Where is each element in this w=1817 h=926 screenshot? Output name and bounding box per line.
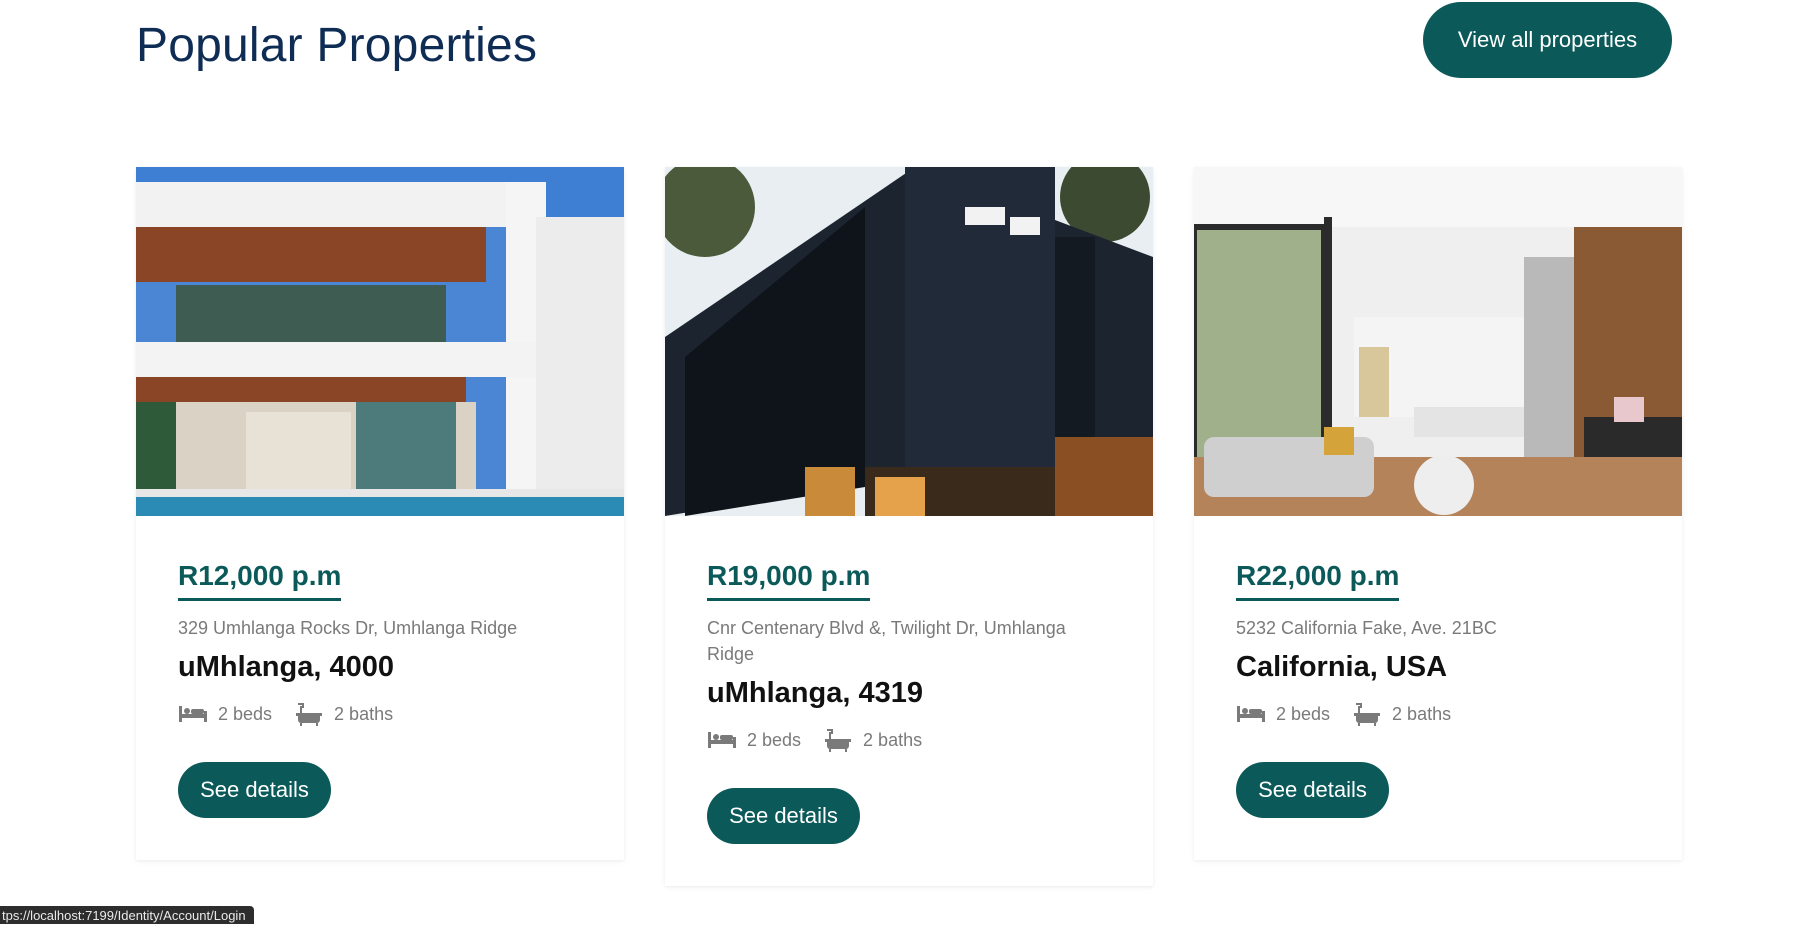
baths-label: 2 baths bbox=[334, 703, 394, 724]
property-address: Cnr Centenary Blvd &, Twilight Dr, Umhla… bbox=[707, 618, 1066, 664]
property-price: R12,000 p.m bbox=[178, 560, 342, 601]
property-features: 2 beds 2 baths bbox=[707, 728, 1111, 752]
view-all-properties-button[interactable]: View all properties bbox=[1423, 2, 1672, 78]
beds-label: 2 beds bbox=[747, 729, 802, 750]
beds-label: 2 beds bbox=[218, 703, 273, 724]
beds-feature: 2 beds bbox=[707, 728, 801, 752]
baths-feature: 2 baths bbox=[823, 728, 922, 752]
see-details-button[interactable]: See details bbox=[178, 762, 331, 818]
property-card-body: R19,000 p.m Cnr Centenary Blvd &, Twilig… bbox=[665, 516, 1153, 886]
property-price: R22,000 p.m bbox=[1236, 560, 1400, 601]
baths-label: 2 baths bbox=[1392, 703, 1452, 724]
see-details-button[interactable]: See details bbox=[1236, 762, 1389, 818]
bed-icon bbox=[707, 728, 737, 752]
browser-status-url: tps://localhost:7199/Identity/Account/Lo… bbox=[0, 906, 254, 924]
beds-feature: 2 beds bbox=[178, 702, 272, 726]
property-features: 2 beds 2 baths bbox=[1236, 702, 1640, 726]
baths-label: 2 baths bbox=[863, 729, 923, 750]
property-card: R12,000 p.m 329 Umhlanga Rocks Dr, Umhla… bbox=[136, 167, 624, 860]
section-header: Popular Properties View all properties bbox=[136, 0, 1672, 100]
property-image[interactable] bbox=[665, 167, 1153, 516]
property-city: California, USA bbox=[1236, 651, 1448, 683]
see-details-button[interactable]: See details bbox=[707, 788, 860, 844]
bathtub-icon bbox=[823, 728, 853, 752]
bathtub-icon bbox=[294, 702, 324, 726]
property-card-body: R22,000 p.m 5232 California Fake, Ave. 2… bbox=[1194, 516, 1682, 860]
beds-feature: 2 beds bbox=[1236, 702, 1330, 726]
property-card: R19,000 p.m Cnr Centenary Blvd &, Twilig… bbox=[665, 167, 1153, 886]
section-title: Popular Properties bbox=[136, 19, 538, 72]
bed-icon bbox=[178, 702, 208, 726]
property-image[interactable] bbox=[136, 167, 624, 516]
property-card-body: R12,000 p.m 329 Umhlanga Rocks Dr, Umhla… bbox=[136, 516, 624, 860]
property-city: uMhlanga, 4319 bbox=[707, 677, 923, 709]
bed-icon bbox=[1236, 702, 1266, 726]
beds-label: 2 beds bbox=[1276, 703, 1331, 724]
property-features: 2 beds 2 baths bbox=[178, 702, 582, 726]
property-price: R19,000 p.m bbox=[707, 560, 871, 601]
baths-feature: 2 baths bbox=[1352, 702, 1451, 726]
property-address: 329 Umhlanga Rocks Dr, Umhlanga Ridge bbox=[178, 618, 518, 638]
baths-feature: 2 baths bbox=[294, 702, 393, 726]
property-city: uMhlanga, 4000 bbox=[178, 651, 394, 683]
property-address: 5232 California Fake, Ave. 21BC bbox=[1236, 618, 1497, 638]
property-image[interactable] bbox=[1194, 167, 1682, 516]
property-card: R22,000 p.m 5232 California Fake, Ave. 2… bbox=[1194, 167, 1682, 860]
bathtub-icon bbox=[1352, 702, 1382, 726]
